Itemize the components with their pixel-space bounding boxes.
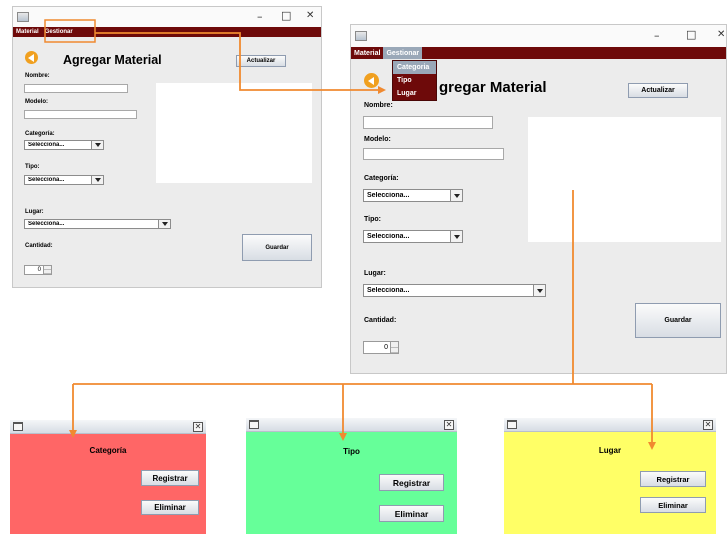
page-title: Agregar Material: [63, 53, 162, 67]
dialog-titlebar: ✕: [10, 420, 206, 434]
categoria-dialog: ✕ Categoría Registrar Eliminar: [10, 420, 206, 534]
category-select[interactable]: Selecciona...: [24, 140, 104, 150]
update-button[interactable]: Actualizar: [236, 55, 286, 67]
java-app-icon: [17, 12, 29, 22]
type-label: Tipo:: [364, 216, 381, 223]
menu-gestionar[interactable]: Gestionar: [42, 27, 76, 37]
category-select-value: Selecciona...: [28, 142, 65, 148]
small-window: – □ ✕ Material Gestionar Agregar Materia…: [12, 6, 322, 288]
minimize-icon[interactable]: –: [654, 29, 660, 42]
model-label: Modelo:: [25, 99, 48, 105]
menu-item-tipo[interactable]: Tipo: [393, 74, 436, 87]
large-window: – □ ✕ Material Gestionar Categoria Tipo …: [350, 24, 727, 374]
place-label: Lugar:: [364, 270, 386, 277]
type-select[interactable]: Selecciona...: [363, 230, 463, 243]
name-input[interactable]: [24, 84, 128, 93]
place-select-value: Selecciona...: [28, 221, 65, 227]
delete-button[interactable]: Eliminar: [640, 497, 706, 513]
maximize-icon[interactable]: □: [281, 9, 291, 22]
chevron-down-icon[interactable]: [91, 176, 103, 184]
back-arrow-icon[interactable]: [25, 51, 38, 64]
category-select-value: Selecciona...: [367, 192, 410, 199]
model-label: Modelo:: [364, 136, 391, 143]
register-button[interactable]: Registrar: [141, 470, 199, 486]
save-button[interactable]: Guardar: [635, 303, 721, 338]
window-icon: [13, 422, 23, 431]
dialog-titlebar: ✕: [246, 418, 457, 432]
category-label: Categoría:: [25, 131, 55, 137]
name-label: Nombre:: [364, 102, 393, 109]
back-arrow-icon[interactable]: [364, 73, 379, 88]
lugar-dialog: ✕ Lugar Registrar Eliminar: [504, 418, 716, 534]
quantity-label: Cantidad:: [364, 317, 397, 324]
delete-button[interactable]: Eliminar: [379, 505, 444, 522]
chevron-down-icon[interactable]: [158, 220, 170, 228]
menu-gestionar[interactable]: Gestionar: [383, 47, 423, 59]
place-select[interactable]: Selecciona...: [24, 219, 171, 229]
gestionar-dropdown: Categoria Tipo Lugar: [392, 60, 437, 101]
minimize-icon[interactable]: –: [257, 10, 263, 23]
register-button[interactable]: Registrar: [640, 471, 706, 487]
model-input[interactable]: [363, 148, 504, 160]
window-icon: [507, 420, 517, 429]
name-label: Nombre:: [25, 73, 50, 79]
image-panel: [528, 117, 721, 242]
chevron-down-icon[interactable]: [450, 231, 462, 242]
menu-material[interactable]: Material: [351, 47, 383, 59]
window-icon: [249, 420, 259, 429]
place-select[interactable]: Selecciona...: [363, 284, 546, 297]
large-menubar: Material Gestionar: [351, 47, 726, 59]
close-icon[interactable]: ✕: [717, 29, 725, 40]
menu-material[interactable]: Material: [13, 27, 42, 37]
image-panel: [156, 83, 312, 183]
name-input[interactable]: [363, 116, 493, 129]
chevron-down-icon[interactable]: [533, 285, 545, 296]
quantity-stepper[interactable]: 0: [24, 265, 52, 275]
menu-item-categoria[interactable]: Categoria: [393, 61, 436, 74]
large-window-titlebar: – □ ✕: [351, 25, 726, 47]
dialog-titlebar: ✕: [504, 418, 716, 432]
close-icon[interactable]: ✕: [444, 420, 454, 430]
dialog-title: Categoría: [89, 446, 127, 455]
delete-button[interactable]: Eliminar: [141, 500, 199, 515]
tipo-dialog: ✕ Tipo Registrar Eliminar: [246, 418, 457, 534]
type-select-value: Selecciona...: [367, 233, 410, 240]
update-button[interactable]: Actualizar: [628, 83, 688, 98]
maximize-icon[interactable]: □: [686, 28, 696, 41]
dialog-title: Tipo: [343, 447, 360, 456]
type-select[interactable]: Selecciona...: [24, 175, 104, 185]
java-app-icon: [355, 31, 367, 41]
quantity-label: Cantidad:: [25, 243, 53, 249]
close-icon[interactable]: ✕: [703, 420, 713, 430]
category-label: Categoría:: [364, 175, 399, 182]
place-select-value: Selecciona...: [367, 287, 410, 294]
stepper-arrows-icon[interactable]: [43, 266, 51, 274]
type-label: Tipo:: [25, 164, 40, 170]
menu-item-lugar[interactable]: Lugar: [393, 87, 436, 100]
register-button[interactable]: Registrar: [379, 474, 444, 491]
save-button[interactable]: Guardar: [242, 234, 312, 261]
chevron-down-icon[interactable]: [91, 141, 103, 149]
small-window-titlebar: – □ ✕: [13, 7, 321, 27]
stepper-arrows-icon[interactable]: [390, 342, 398, 353]
quantity-stepper[interactable]: 0: [363, 341, 399, 354]
dialog-title: Lugar: [598, 446, 622, 455]
place-label: Lugar:: [25, 209, 44, 215]
category-select[interactable]: Selecciona...: [363, 189, 463, 202]
page-title: gregar Material: [439, 79, 547, 96]
close-icon[interactable]: ✕: [193, 422, 203, 432]
type-select-value: Selecciona...: [28, 177, 65, 183]
model-input[interactable]: [24, 110, 137, 119]
close-icon[interactable]: ✕: [306, 10, 314, 21]
chevron-down-icon[interactable]: [450, 190, 462, 201]
small-menubar: Material Gestionar: [13, 27, 321, 37]
